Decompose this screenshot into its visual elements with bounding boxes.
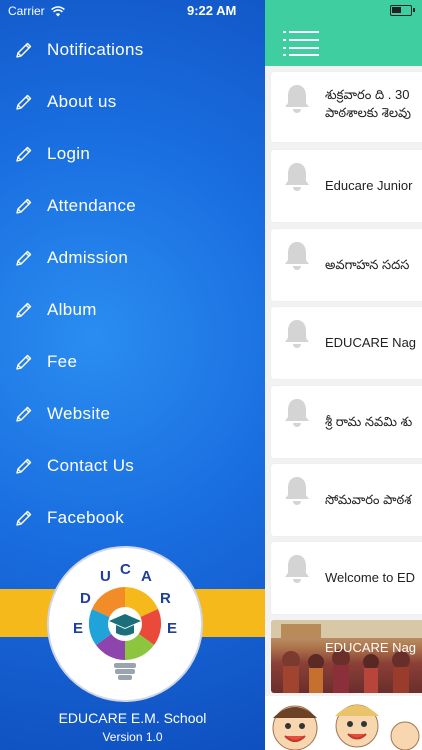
pencil-icon <box>16 250 32 266</box>
logo-letter-e2: E <box>167 620 177 637</box>
school-logo: E D U C A R E <box>46 545 204 703</box>
logo-letter-c: C <box>120 561 131 578</box>
menu-item-label: Album <box>47 300 97 319</box>
notification-title: సోమవారం పాఠశ <box>325 492 412 507</box>
menu-item-label: About us <box>47 92 117 111</box>
menu-item-label: Login <box>47 144 91 163</box>
photo-thumbnail <box>271 620 422 693</box>
notification-card[interactable]: Welcome to ED <box>271 542 422 614</box>
notification-title: అవగాహన సదస <box>325 257 410 272</box>
photo-notification-card[interactable]: EDUCARE Nag <box>271 620 422 693</box>
pencil-icon <box>16 510 32 526</box>
notification-card[interactable]: Educare Junior <box>271 150 422 222</box>
notification-card[interactable]: అవగాహన సదస <box>271 229 422 301</box>
notification-card[interactable]: శుక్రవారం ది . 30 పాఠశాలకు శెలవు <box>271 72 422 142</box>
notification-title: శుక్రవారం ది . 30 పాఠశాలకు శెలవు <box>325 72 422 142</box>
pencil-icon <box>16 354 32 370</box>
menu-item-label: Attendance <box>47 196 137 215</box>
status-time: 9:22 AM <box>187 3 237 18</box>
notification-card[interactable]: శ్రీ రామ నవమి శు <box>271 386 422 458</box>
notification-title: శ్రీ రామ నవమి శు <box>325 414 413 429</box>
notifications-panel: శుక్రవారం ది . 30 పాఠశాలకు శెలవు Educare… <box>265 0 422 750</box>
battery-icon <box>390 5 415 16</box>
educare-logo-graphic: E D U C A R E <box>47 546 203 702</box>
kids-cartoon-graphic <box>272 704 420 750</box>
menu-item-admission[interactable]: Admission <box>0 232 265 284</box>
carrier-label: Carrier <box>8 4 45 18</box>
navigation-drawer: Carrier 9:22 AM Notifications About us L… <box>0 0 265 750</box>
school-name: EDUCARE E.M. School <box>58 710 207 726</box>
notification-title: EDUCARE Nag <box>325 640 417 655</box>
logo-letter-a: A <box>141 568 152 585</box>
pencil-icon <box>16 94 32 110</box>
menu-item-label: Notifications <box>47 40 144 59</box>
app-version: Version 1.0 <box>102 730 163 744</box>
kids-illustration <box>265 696 422 750</box>
logo-letter-d: D <box>80 590 91 607</box>
notification-title: EDUCARE Nag <box>325 335 417 350</box>
menu-item-label: Contact Us <box>47 456 135 475</box>
menu-item-label: Fee <box>47 352 78 371</box>
menu-item-notifications[interactable]: Notifications <box>0 24 265 76</box>
notification-card[interactable]: సోమవారం పాఠశ <box>271 464 422 536</box>
bell-icon <box>285 163 309 191</box>
menu-item-album[interactable]: Album <box>0 284 265 336</box>
bell-icon <box>285 399 309 427</box>
menu-item-label: Website <box>47 404 111 423</box>
top-app-bar <box>265 0 422 66</box>
menu-item-login[interactable]: Login <box>0 128 265 180</box>
menu-item-label: Admission <box>47 248 129 267</box>
pencil-icon <box>16 42 32 58</box>
menu-item-attendance[interactable]: Attendance <box>0 180 265 232</box>
menu-item-label: Facebook <box>47 508 125 527</box>
status-bar-carrier: Carrier <box>8 3 65 19</box>
bell-icon <box>285 85 309 113</box>
menu-item-contact-us[interactable]: Contact Us <box>0 440 265 492</box>
bell-icon <box>285 320 309 348</box>
notification-title-line2: పాఠశాలకు శెలవు <box>325 105 412 120</box>
bell-icon <box>285 242 309 270</box>
menu-item-about-us[interactable]: About us <box>0 76 265 128</box>
bell-icon <box>285 555 309 583</box>
menu-item-website[interactable]: Website <box>0 388 265 440</box>
bell-icon <box>285 477 309 505</box>
menu-item-facebook[interactable]: Facebook <box>0 492 265 544</box>
notification-title-line1: శుక్రవారం ది . 30 <box>325 87 410 102</box>
pencil-icon <box>16 406 32 422</box>
hamburger-menu-icon[interactable] <box>283 29 319 57</box>
pencil-icon <box>16 458 32 474</box>
notification-title: Welcome to ED <box>325 570 416 585</box>
notification-card[interactable]: EDUCARE Nag <box>271 307 422 379</box>
notification-title: Educare Junior <box>325 178 413 193</box>
pencil-icon <box>16 146 32 162</box>
drawer-menu: Notifications About us Login Attendance … <box>0 24 265 544</box>
wifi-icon <box>50 5 65 16</box>
menu-item-fee[interactable]: Fee <box>0 336 265 388</box>
logo-letter-u: U <box>100 568 111 585</box>
pencil-icon <box>16 198 32 214</box>
logo-letter-r: R <box>160 590 171 607</box>
pencil-icon <box>16 302 32 318</box>
logo-letter-e: E <box>73 620 83 637</box>
